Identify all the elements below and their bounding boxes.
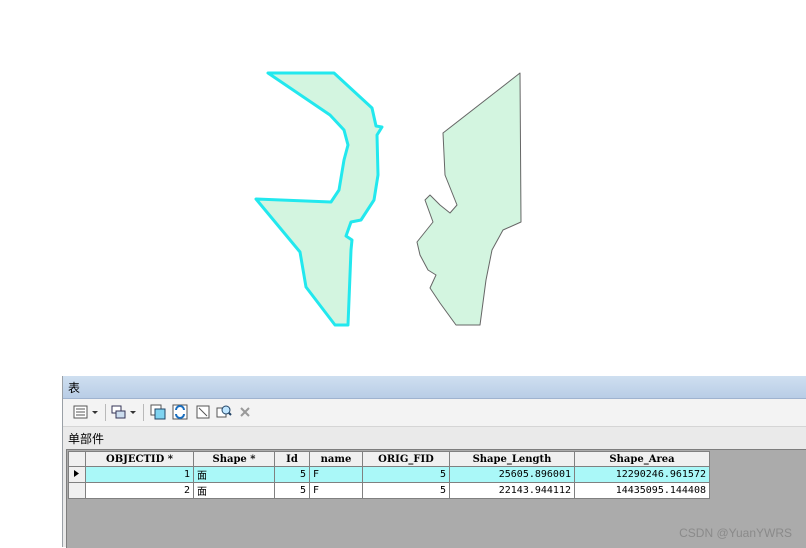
cell-shape-length[interactable]: 25605.896001 [449,466,575,483]
related-tables-button[interactable] [109,403,139,421]
cell-shape-area[interactable]: 14435095.144408 [574,482,710,499]
column-header-objectid[interactable]: OBJECTID * [85,451,194,467]
column-header-shape-area[interactable]: Shape_Area [574,451,710,467]
select-by-attributes-button[interactable] [149,403,167,421]
row-selector[interactable] [68,466,86,483]
table-options-icon [73,405,98,419]
table-options-button[interactable] [71,403,101,421]
cell-id[interactable]: 5 [274,466,310,483]
clear-selection-icon [196,405,210,419]
column-header-shape[interactable]: Shape * [193,451,275,467]
row-selector[interactable] [68,482,86,499]
switch-selection-button[interactable] [171,403,189,421]
cell-shape-length[interactable]: 22143.944112 [449,482,575,499]
layer-tab[interactable]: 单部件 [63,427,806,449]
clear-selection-button[interactable] [195,403,211,421]
current-row-arrow-icon [74,469,79,477]
watermark: CSDN @YuanYWRS [679,526,792,540]
related-tables-icon [111,405,136,419]
cell-orig-fid[interactable]: 5 [362,482,450,499]
column-header-orig-fid[interactable]: ORIG_FID [362,451,450,467]
table-row[interactable]: 2 面 5 F 5 22143.944112 14435095.144408 [68,482,710,499]
toolbar-separator [105,404,106,421]
delete-selected-icon [240,407,250,417]
cell-name[interactable]: F [309,482,363,499]
cell-shape-area[interactable]: 12290246.961572 [574,466,710,483]
cell-id[interactable]: 5 [274,482,310,499]
map-view[interactable] [0,0,806,376]
cell-shape[interactable]: 面 [193,482,275,499]
toolbar [63,399,806,427]
table-row[interactable]: 1 面 5 F 5 25605.896001 12290246.961572 [68,466,710,483]
delete-selected-button[interactable] [237,403,253,421]
title-bar[interactable]: 表 [63,376,806,399]
column-header-name[interactable]: name [309,451,363,467]
column-header-shape-length[interactable]: Shape_Length [449,451,575,467]
attribute-table-window: 表 单部件 OBJECTID * Shape * Id name ORIG_FI… [62,376,806,548]
cell-name[interactable]: F [309,466,363,483]
selected-polygon-feature[interactable] [254,71,384,327]
column-header-id[interactable]: Id [274,451,310,467]
polygon-feature[interactable] [416,72,522,326]
cell-objectid[interactable]: 1 [85,466,194,483]
attribute-table: OBJECTID * Shape * Id name ORIG_FID Shap… [68,451,710,499]
layer-name: 单部件 [68,432,105,446]
select-by-attributes-icon [150,404,166,420]
cell-objectid[interactable]: 2 [85,482,194,499]
switch-selection-icon [172,404,188,420]
row-selector-header[interactable] [68,451,86,467]
window-title: 表 [68,381,81,395]
cell-shape[interactable]: 面 [193,466,275,483]
cell-orig-fid[interactable]: 5 [362,466,450,483]
zoom-to-selected-icon [216,405,232,418]
zoom-to-selected-button[interactable] [215,403,233,421]
toolbar-separator [143,404,144,421]
table-header-row: OBJECTID * Shape * Id name ORIG_FID Shap… [68,451,710,467]
